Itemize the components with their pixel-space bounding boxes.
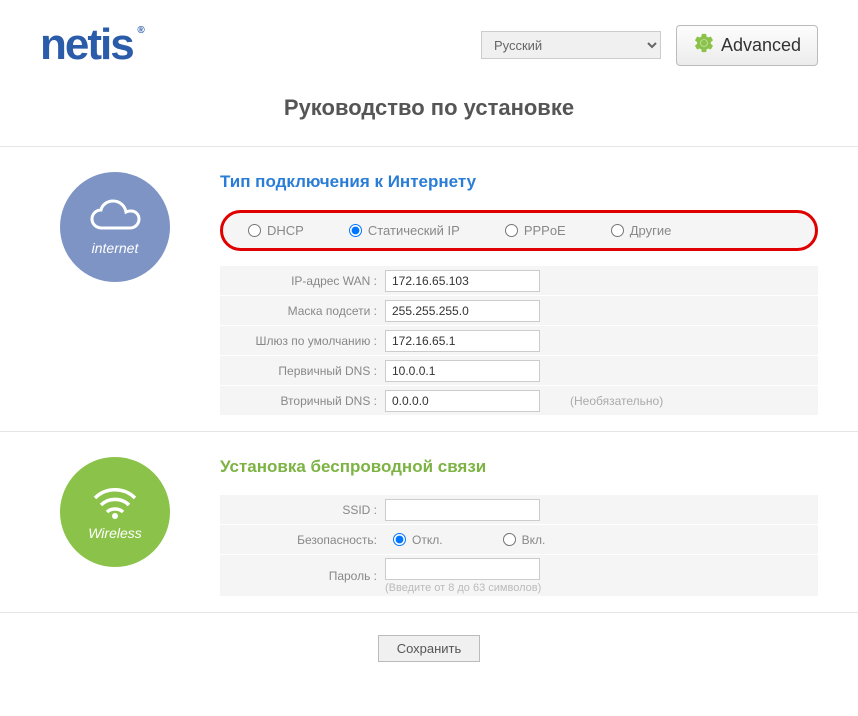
page-title: Руководство по установке: [0, 80, 858, 147]
dns2-label: Вторичный DNS :: [220, 394, 385, 408]
advanced-label: Advanced: [721, 35, 801, 56]
mask-input[interactable]: [385, 300, 540, 322]
gateway-label: Шлюз по умолчанию :: [220, 334, 385, 348]
password-input[interactable]: [385, 558, 540, 580]
gear-icon: [693, 32, 715, 59]
logo: netis: [40, 20, 133, 70]
connection-type-row: DHCP Статический IP PPPoE Другие: [220, 210, 818, 251]
dns2-input[interactable]: [385, 390, 540, 412]
dns1-label: Первичный DNS :: [220, 364, 385, 378]
save-button[interactable]: Сохранить: [378, 635, 481, 662]
advanced-button[interactable]: Advanced: [676, 25, 818, 66]
wan-ip-input[interactable]: [385, 270, 540, 292]
radio-dhcp-input[interactable]: [248, 224, 261, 237]
internet-section-title: Тип подключения к Интернету: [220, 172, 818, 192]
dns1-input[interactable]: [385, 360, 540, 382]
radio-dhcp[interactable]: DHCP: [248, 223, 304, 238]
wireless-section-title: Установка беспроводной связи: [220, 457, 818, 477]
security-off-input[interactable]: [393, 533, 406, 546]
ssid-input[interactable]: [385, 499, 540, 521]
wan-ip-label: IP-адрес WAN :: [220, 274, 385, 288]
radio-other-input[interactable]: [611, 224, 624, 237]
radio-other[interactable]: Другие: [611, 223, 672, 238]
password-label: Пароль :: [220, 569, 385, 583]
security-label: Безопасность:: [220, 533, 385, 547]
radio-static[interactable]: Статический IP: [349, 223, 460, 238]
dns2-hint: (Необязательно): [570, 394, 663, 408]
gateway-input[interactable]: [385, 330, 540, 352]
wireless-icon: Wireless: [60, 457, 170, 567]
internet-icon-label: internet: [92, 240, 139, 256]
radio-static-input[interactable]: [349, 224, 362, 237]
security-on-input[interactable]: [503, 533, 516, 546]
internet-icon: internet: [60, 172, 170, 282]
password-hint: (Введите от 8 до 63 символов): [385, 582, 541, 594]
language-select[interactable]: Русский: [481, 31, 661, 59]
radio-pppoe-input[interactable]: [505, 224, 518, 237]
ssid-label: SSID :: [220, 503, 385, 517]
security-off[interactable]: Откл.: [393, 533, 443, 547]
security-on[interactable]: Вкл.: [503, 533, 546, 547]
wireless-icon-label: Wireless: [88, 525, 142, 541]
mask-label: Маска подсети :: [220, 304, 385, 318]
radio-pppoe[interactable]: PPPoE: [505, 223, 566, 238]
